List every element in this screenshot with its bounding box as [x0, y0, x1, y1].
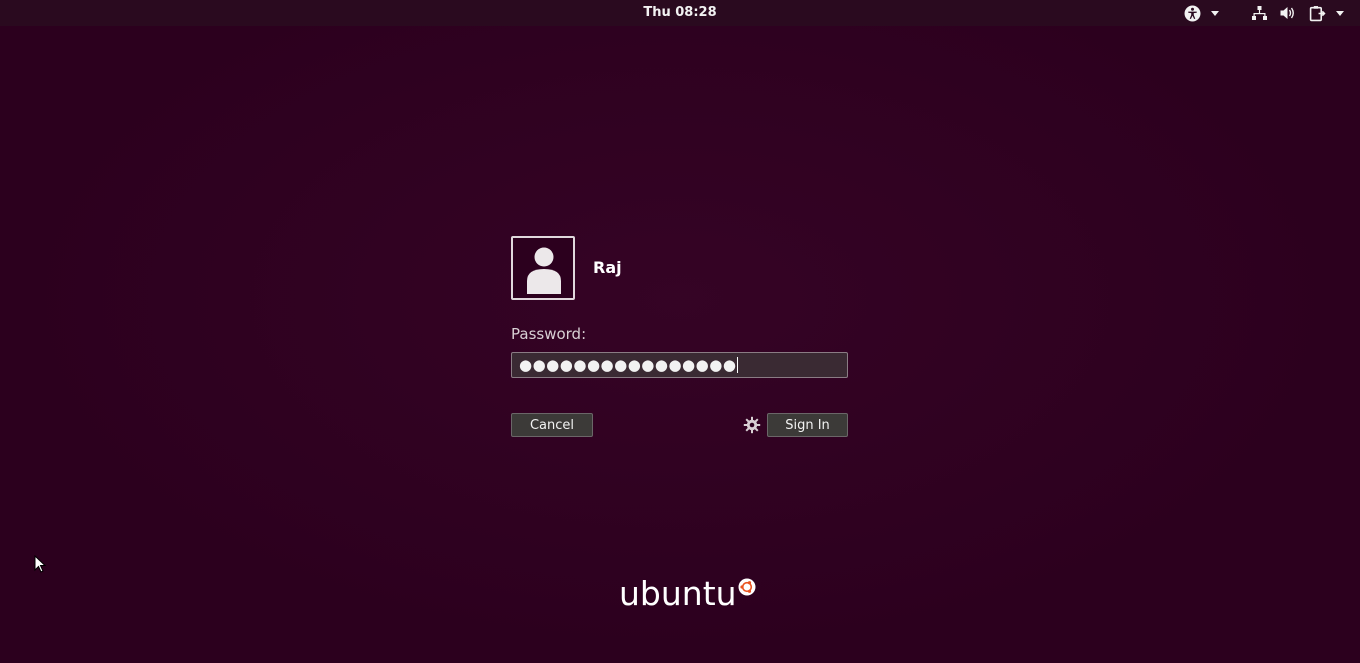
volume-icon [1280, 7, 1294, 19]
accessibility-icon [1184, 5, 1201, 21]
network-icon [1252, 6, 1267, 20]
accessibility-menu[interactable] [1184, 4, 1219, 22]
login-screen: Thu 08:28 Raj Password: ●●●●●●●●●●●●●●●●… [0, 0, 1360, 663]
power-menu[interactable] [1309, 4, 1344, 22]
text-cursor [737, 357, 739, 373]
password-field[interactable]: ●●●●●●●●●●●●●●●● [511, 352, 848, 378]
clock[interactable]: Thu 08:28 [0, 5, 1360, 20]
volume-menu[interactable] [1279, 4, 1296, 22]
chevron-down-icon [1211, 10, 1219, 16]
gear-icon[interactable] [743, 416, 761, 434]
top-panel: Thu 08:28 [0, 0, 1360, 26]
network-menu[interactable] [1251, 4, 1268, 22]
circle-of-friends-icon [738, 578, 756, 596]
username-label: Raj [593, 258, 622, 277]
sign-in-button[interactable]: Sign In [767, 413, 848, 437]
chevron-down-icon [1336, 10, 1344, 16]
avatar [511, 236, 575, 300]
ubuntu-logo: ubuntu [619, 574, 756, 614]
cancel-button[interactable]: Cancel [511, 413, 593, 437]
user-icon [527, 247, 561, 294]
password-value: ●●●●●●●●●●●●●●●● [519, 356, 737, 374]
power-icon [1309, 5, 1326, 21]
mouse-pointer-icon [34, 555, 47, 573]
logo-wordmark: ubuntu [619, 574, 737, 613]
password-label: Password: [511, 325, 587, 343]
